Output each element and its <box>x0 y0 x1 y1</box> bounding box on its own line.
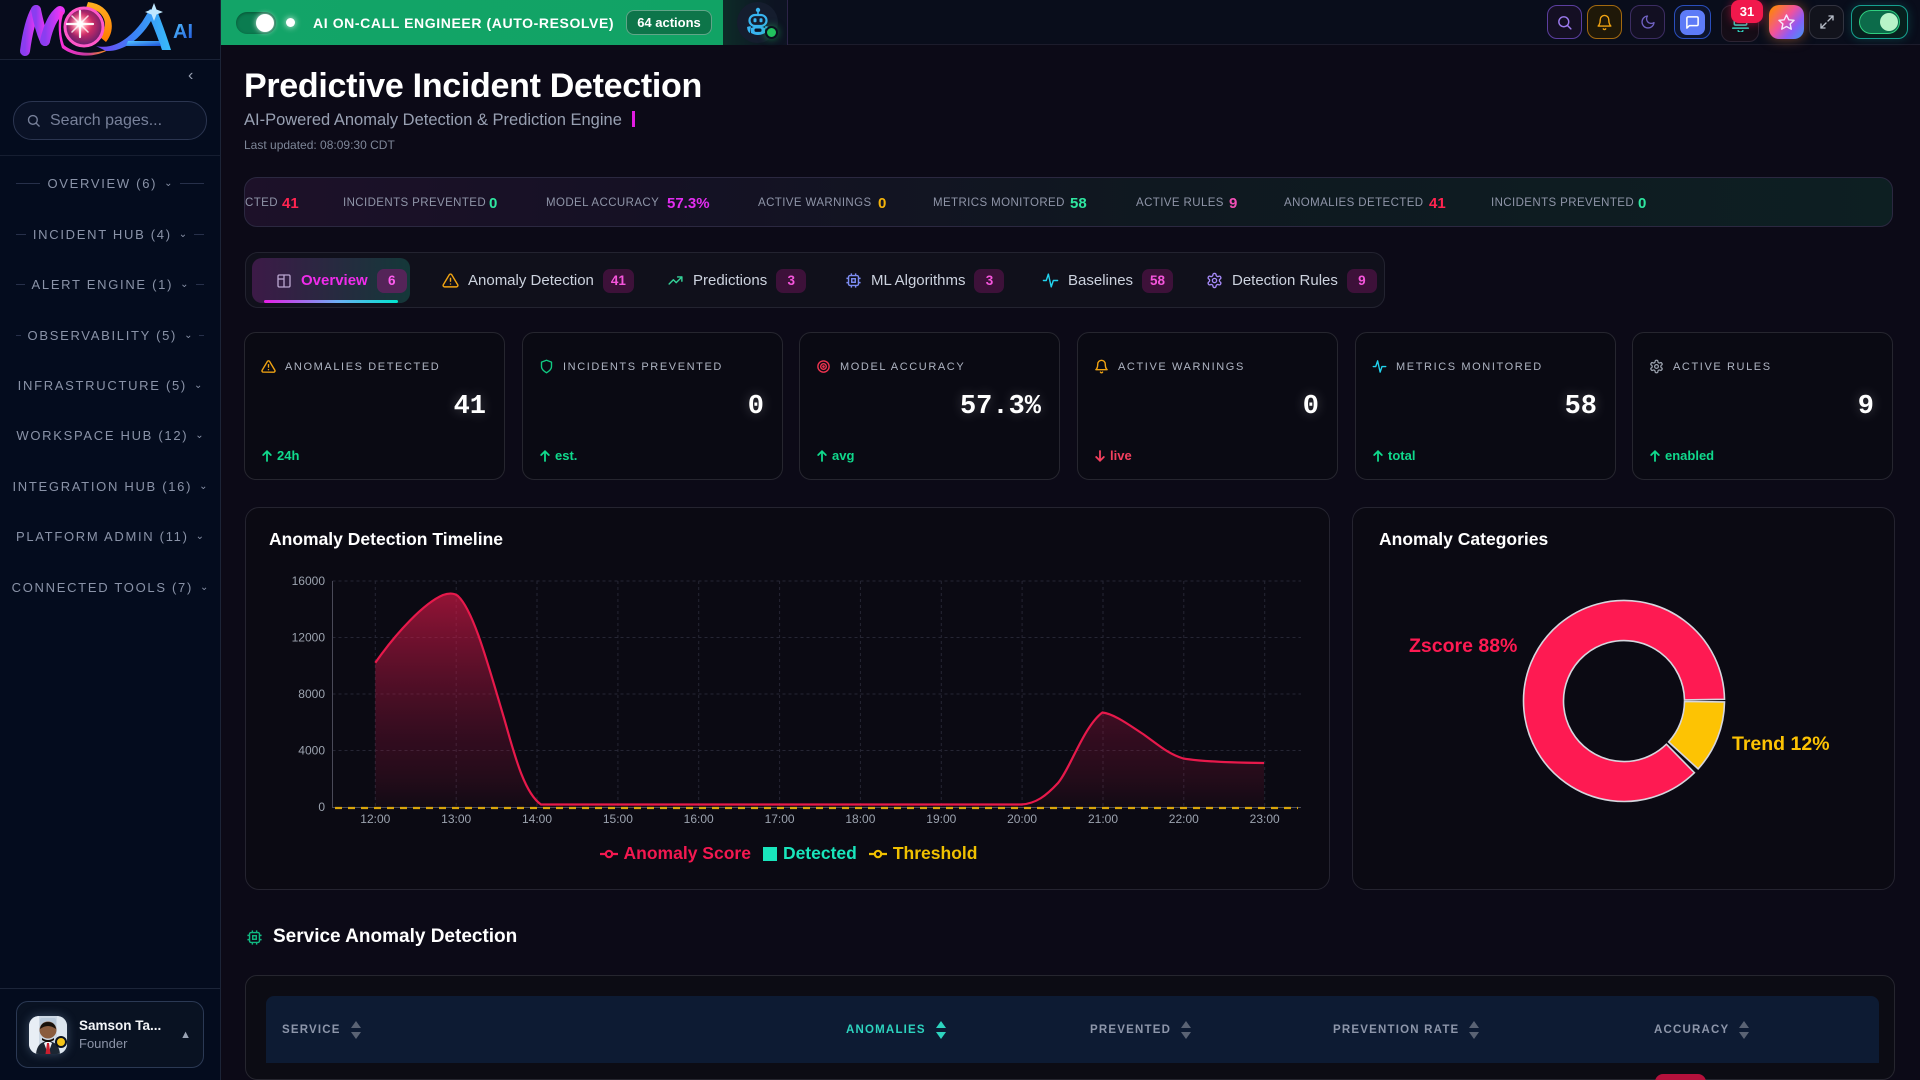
svg-text:19:00: 19:00 <box>926 812 956 826</box>
svg-text:15:00: 15:00 <box>603 812 633 826</box>
svg-text:12000: 12000 <box>292 631 326 645</box>
svg-text:14:00: 14:00 <box>522 812 552 826</box>
svg-text:22:00: 22:00 <box>1169 812 1199 826</box>
svg-text:Trend 12%: Trend 12% <box>1732 733 1830 755</box>
svg-text:0: 0 <box>318 800 325 814</box>
svg-text:20:00: 20:00 <box>1007 812 1037 826</box>
svg-text:AI: AI <box>173 21 193 43</box>
svg-text:Zscore 88%: Zscore 88% <box>1409 635 1517 657</box>
svg-text:8000: 8000 <box>298 687 325 701</box>
svg-text:23:00: 23:00 <box>1250 812 1280 826</box>
svg-text:16000: 16000 <box>292 574 326 588</box>
svg-text:21:00: 21:00 <box>1088 812 1118 826</box>
svg-text:17:00: 17:00 <box>765 812 795 826</box>
svg-text:12:00: 12:00 <box>360 812 390 826</box>
svg-text:4000: 4000 <box>298 744 325 758</box>
svg-text:18:00: 18:00 <box>845 812 875 826</box>
svg-text:13:00: 13:00 <box>441 812 471 826</box>
svg-text:16:00: 16:00 <box>684 812 714 826</box>
